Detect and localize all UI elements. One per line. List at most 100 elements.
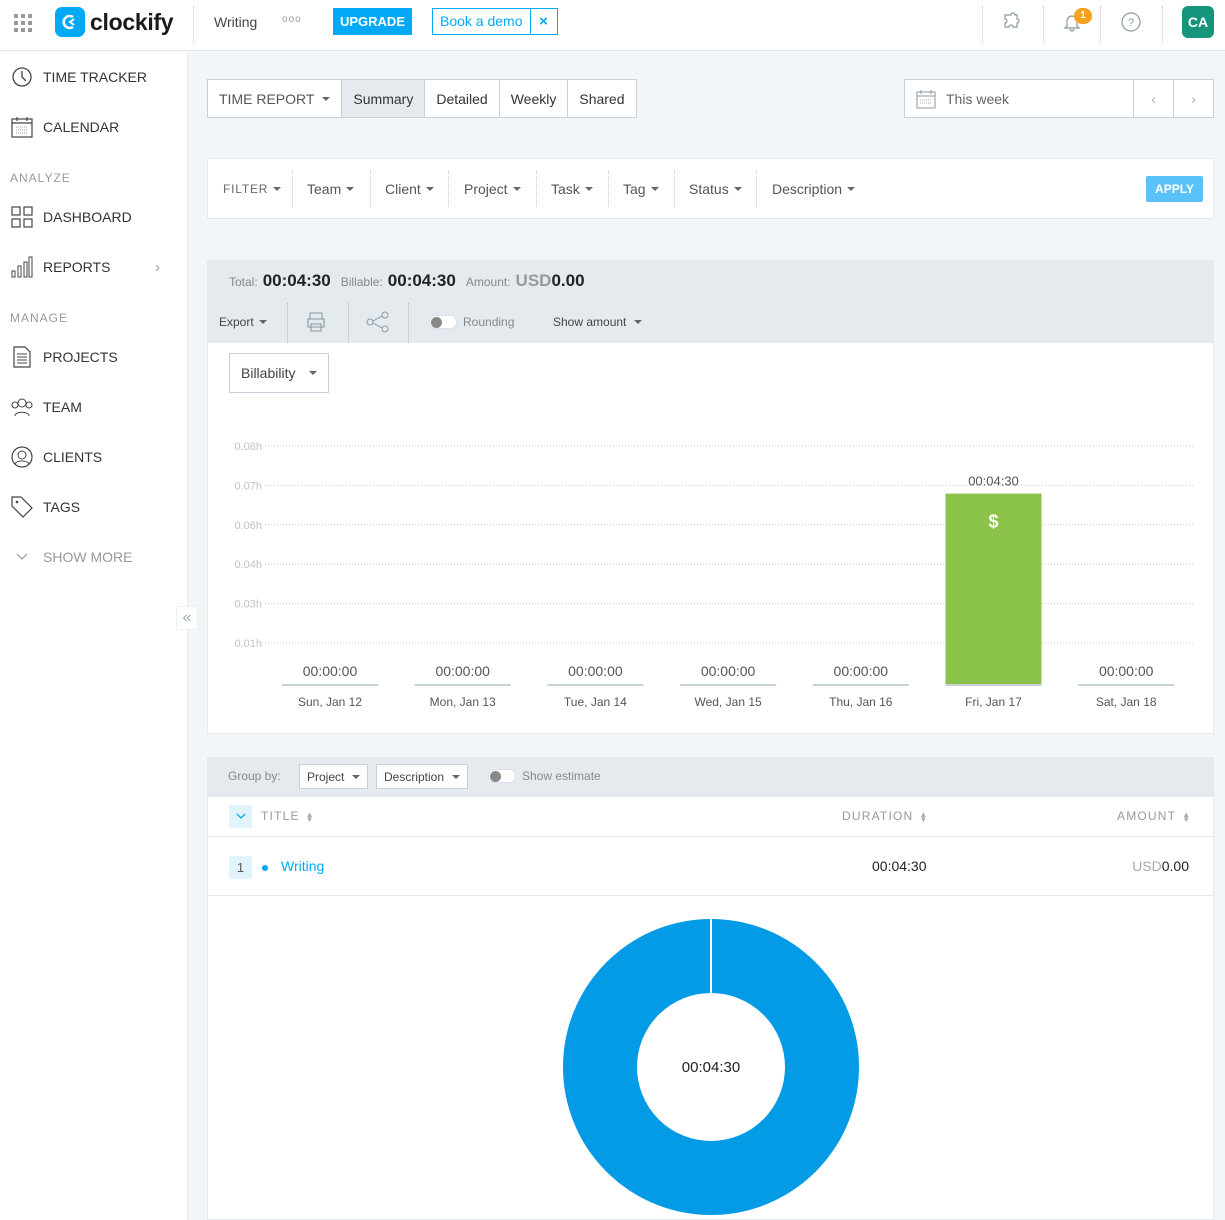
filter-client[interactable]: Client [385, 159, 434, 218]
sidebar-item-time-tracker[interactable]: TIME TRACKER [0, 59, 187, 95]
filter-tag[interactable]: Tag [623, 159, 659, 218]
group-by-first-dropdown[interactable]: Project [299, 764, 369, 789]
group-by-label: Group by: [228, 769, 281, 783]
y-tick-label: 0.07h [234, 480, 262, 492]
row-index[interactable]: 1 [229, 856, 252, 879]
next-week-button[interactable]: › [1173, 80, 1213, 117]
top-bar: clockify Writing ooo UPGRADE Book a demo… [0, 0, 1225, 51]
table-row[interactable]: 1 Writing 00:04:30 USD0.00 [208, 837, 1213, 896]
filter-task[interactable]: Task [551, 159, 593, 218]
close-icon[interactable]: × [531, 9, 557, 34]
chevron-down-icon [11, 546, 33, 568]
sidebar-item-reports[interactable]: REPORTS › [0, 249, 187, 285]
sidebar-item-tags[interactable]: TAGS [0, 489, 187, 525]
sidebar-item-show-more[interactable]: SHOW MORE [0, 539, 187, 575]
caret-down-icon [584, 186, 593, 191]
billable-dollar-icon: $ [988, 512, 998, 532]
filter-project[interactable]: Project [464, 159, 521, 218]
project-color-dot [262, 865, 268, 871]
bar-chart: 0.08h 0.07h 0.06h 0.04h 0.03h 0.01h 00:00:00 Su… [234, 441, 1194, 709]
tab-weekly[interactable]: Weekly [498, 80, 568, 117]
caret-down-icon [273, 186, 282, 191]
billability-dropdown[interactable]: Billability [229, 353, 329, 393]
bar-value-label: 00:00:00 [1099, 663, 1154, 679]
filter-description[interactable]: Description [772, 159, 856, 218]
puzzle-icon[interactable] [1000, 10, 1024, 34]
tag-icon [11, 496, 33, 518]
sidebar-item-label: REPORTS [43, 259, 111, 275]
filter-label: FILTER [223, 181, 269, 196]
sidebar-item-label: PROJECTS [43, 349, 118, 365]
show-estimate-toggle[interactable]: Show estimate [488, 769, 601, 783]
sidebar-item-dashboard[interactable]: DASHBOARD [0, 199, 187, 235]
filter-dropdown[interactable]: FILTER [223, 159, 282, 218]
caret-down-icon [733, 186, 742, 191]
tab-detailed[interactable]: Detailed [424, 80, 498, 117]
sidebar-item-calendar[interactable]: CALENDAR [0, 109, 187, 145]
date-range-button[interactable]: This week [905, 80, 1133, 117]
help-icon[interactable]: ? [1119, 10, 1143, 34]
billable-label: Billable: [340, 275, 383, 289]
sidebar-item-clients[interactable]: CLIENTS [0, 439, 187, 475]
caret-down-icon [322, 96, 331, 101]
divider [408, 303, 409, 343]
project-name[interactable]: Writing [281, 858, 324, 874]
expand-all-button[interactable] [229, 805, 252, 828]
clockify-logo[interactable]: clockify [55, 6, 174, 38]
filter-team-label: Team [307, 180, 342, 197]
calendar-icon [11, 116, 33, 138]
print-icon[interactable] [305, 301, 327, 343]
sidebar-item-label: CLIENTS [43, 449, 103, 465]
notification-badge: 1 [1074, 8, 1092, 24]
amount-column-header[interactable]: AMOUNT ▲ ▼ [1117, 809, 1191, 823]
sidebar: TIME TRACKER CALENDAR ANALYZE DASHBOARD … [0, 52, 188, 1220]
chevron-down-icon [236, 813, 245, 819]
caret-down-icon [425, 186, 434, 191]
share-icon[interactable] [366, 301, 390, 343]
filter-status[interactable]: Status [689, 159, 742, 218]
tab-shared[interactable]: Shared [567, 80, 635, 117]
caret-down-icon [352, 774, 361, 779]
export-label: Export [219, 315, 254, 329]
y-tick-label: 0.06h [234, 520, 262, 532]
export-dropdown[interactable]: Export [219, 301, 267, 343]
time-report-dropdown[interactable]: TIME REPORT [208, 80, 341, 117]
tab-summary[interactable]: Summary [341, 80, 425, 117]
bar-value-label: 00:00:00 [701, 663, 756, 679]
sidebar-item-projects[interactable]: PROJECTS [0, 339, 187, 375]
apps-grid-icon[interactable] [14, 14, 32, 32]
duration-column-header[interactable]: DURATION ▲ ▼ [842, 809, 929, 823]
totals: Total: 00:04:30 Billable: 00:04:30 Amoun… [229, 271, 595, 291]
rounding-switch[interactable] [429, 315, 457, 329]
divider [982, 6, 983, 44]
upgrade-button[interactable]: UPGRADE [333, 8, 412, 35]
billability-label: Billability [241, 365, 296, 381]
rounding-toggle[interactable]: Rounding [429, 301, 514, 343]
divider [193, 6, 194, 44]
book-demo-group: Book a demo × [432, 8, 558, 35]
team-icon [11, 396, 33, 418]
avatar[interactable]: CA [1182, 6, 1214, 38]
show-estimate-switch[interactable] [488, 769, 516, 783]
divider [674, 171, 675, 207]
more-options-icon[interactable]: ooo [282, 14, 302, 25]
x-tick-label: Sat, Jan 18 [1096, 695, 1157, 709]
billable-value: 00:04:30 [387, 271, 456, 290]
sidebar-item-team[interactable]: TEAM [0, 389, 187, 425]
filter-team[interactable]: Team [307, 159, 355, 218]
sidebar-item-label: TIME TRACKER [43, 69, 147, 85]
show-amount-label: Show amount [553, 315, 627, 329]
prev-week-button[interactable]: ‹ [1133, 80, 1173, 117]
show-estimate-label: Show estimate [522, 769, 601, 783]
title-column-header[interactable]: TITLE ▲ ▼ [261, 809, 315, 823]
group-by-second-dropdown[interactable]: Description [376, 764, 469, 789]
apply-button[interactable]: APPLY [1146, 176, 1203, 202]
collapse-sidebar-button[interactable]: « [176, 606, 198, 630]
divider [608, 171, 609, 207]
book-demo-button[interactable]: Book a demo [433, 9, 531, 34]
reports-icon [11, 256, 33, 278]
clock-icon [11, 66, 33, 88]
workspace-name[interactable]: Writing [214, 14, 257, 30]
show-amount-dropdown[interactable]: Show amount [553, 301, 643, 343]
group-by-bar: Group by: Project Description Show estim… [207, 757, 1214, 797]
